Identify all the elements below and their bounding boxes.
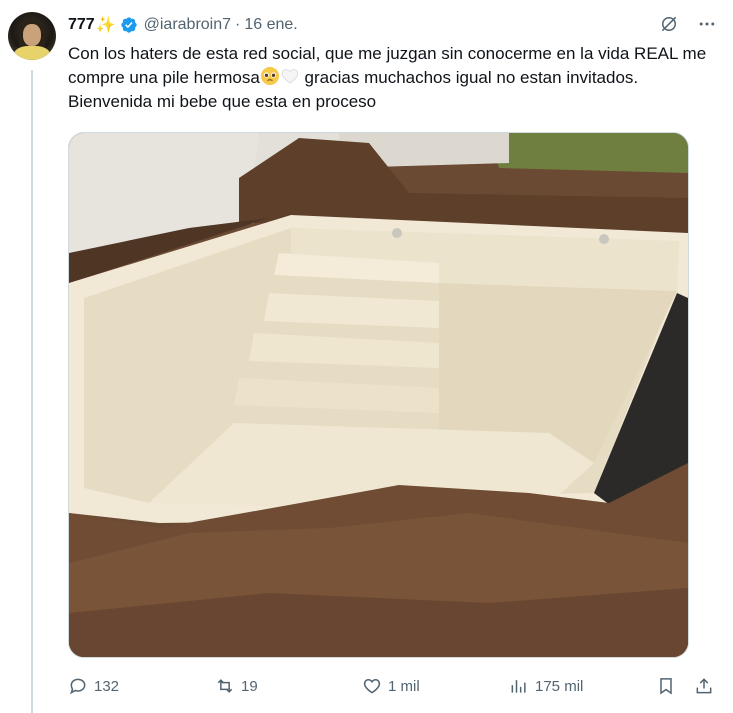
action-bar: 132 19 1 mil 175 mil bbox=[68, 672, 720, 700]
pleading-face-emoji bbox=[260, 67, 279, 85]
heart-icon bbox=[363, 678, 381, 694]
white-heart-emoji bbox=[281, 69, 298, 84]
like-action[interactable]: 1 mil bbox=[362, 676, 420, 696]
views-icon bbox=[511, 680, 526, 693]
share-icon bbox=[696, 678, 712, 694]
tweet-media-photo[interactable] bbox=[68, 132, 689, 658]
tweet-text: Con los haters de esta red social, que m… bbox=[68, 42, 718, 114]
bookmark-icon bbox=[660, 678, 672, 695]
views-action[interactable]: 175 mil bbox=[509, 676, 583, 696]
reply-action[interactable]: 132 bbox=[68, 676, 119, 696]
avatar-face bbox=[23, 24, 41, 46]
repost-action[interactable]: 19 bbox=[215, 676, 258, 696]
more-options-icon[interactable] bbox=[697, 14, 717, 34]
tweet-header: 777 ✨ @iarabroin7 · 16 ene. bbox=[68, 14, 298, 36]
avatar[interactable] bbox=[8, 12, 56, 60]
view-count: 175 mil bbox=[535, 677, 584, 695]
swimming-pool-photo bbox=[69, 133, 688, 657]
grok-icon[interactable] bbox=[659, 14, 679, 34]
share-action[interactable] bbox=[694, 676, 714, 696]
top-icons bbox=[659, 14, 717, 34]
reply-icon bbox=[69, 678, 86, 695]
separator-dot: · bbox=[235, 16, 241, 33]
reply-count: 132 bbox=[94, 677, 120, 695]
thread-line bbox=[31, 70, 33, 713]
bookmark-action[interactable] bbox=[656, 676, 676, 696]
sparkle-emoji: ✨ bbox=[95, 17, 116, 34]
timestamp[interactable]: 16 ene. bbox=[244, 16, 297, 34]
verified-badge-icon[interactable] bbox=[120, 16, 138, 34]
repost-count: 19 bbox=[241, 677, 258, 695]
repost-icon bbox=[217, 679, 233, 693]
like-count: 1 mil bbox=[388, 677, 420, 695]
display-name[interactable]: 777 bbox=[68, 16, 95, 34]
user-handle[interactable]: @iarabroin7 bbox=[144, 16, 231, 34]
avatar-shirt bbox=[14, 46, 50, 60]
